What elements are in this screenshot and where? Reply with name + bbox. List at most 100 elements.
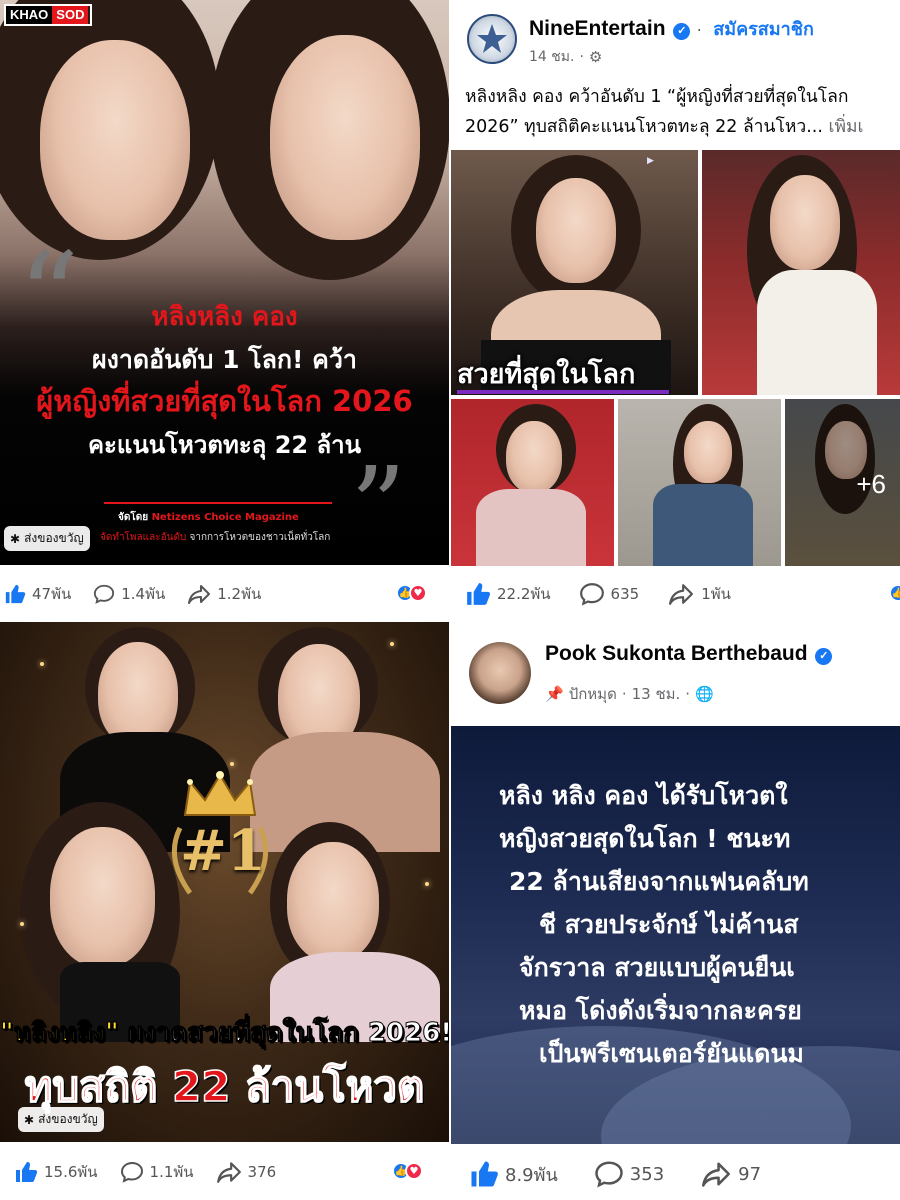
- comment-icon: [595, 1161, 623, 1188]
- page-name[interactable]: NineEntertain: [529, 17, 666, 40]
- like-count: 15.6พัน: [44, 1163, 98, 1181]
- see-more-link[interactable]: เพิ่มเ: [828, 117, 863, 137]
- photo-3[interactable]: [451, 399, 614, 566]
- face-shape: [50, 827, 155, 967]
- subline-red: จัดทำโพลและอันดับ: [100, 532, 187, 543]
- page-avatar[interactable]: [467, 14, 517, 64]
- gift-label: ส่งของขวัญ: [38, 1112, 98, 1126]
- photo-1[interactable]: ▶ สวยที่สุดในโลก: [451, 150, 698, 395]
- share-button[interactable]: 1พัน: [667, 582, 731, 606]
- action-bar: 22.2พัน 635 1พัน 👍: [451, 568, 900, 620]
- organizer-text: จัดโดย Netizens Choice Magazine: [118, 510, 299, 525]
- reaction-summary[interactable]: 👍: [889, 584, 900, 602]
- verified-icon: ✓: [673, 23, 691, 40]
- verified-icon: ✓: [815, 648, 833, 665]
- like-button[interactable]: 22.2พัน: [465, 581, 551, 607]
- comment-count: 635: [610, 585, 640, 603]
- follow-button[interactable]: สมัครสมาชิก: [713, 19, 814, 39]
- photo-5[interactable]: +6: [785, 399, 900, 566]
- author-avatar[interactable]: [469, 642, 531, 704]
- reaction-summary[interactable]: 👍 ♥: [396, 584, 427, 602]
- face-shape: [287, 842, 379, 962]
- pook-post: Pook Sukonta Berthebaud ✓ 📌 ปักหมุด · 13…: [451, 622, 900, 1200]
- share-count: 97: [738, 1163, 762, 1185]
- author-name[interactable]: Pook Sukonta Berthebaud: [545, 642, 808, 665]
- subline-rest: จากการโหวตของชาวเน็ตทั่วโลก: [189, 532, 331, 543]
- face-shape: [506, 421, 562, 493]
- face-shape: [684, 421, 732, 483]
- denim-jacket-shape: [653, 484, 753, 566]
- post-body: หลิง หลิง คอง ได้รับโหวตใ หญิงสวยสุดในโล…: [499, 774, 900, 1075]
- like-button[interactable]: 15.6พัน: [14, 1160, 98, 1184]
- like-button[interactable]: 47พัน: [4, 582, 71, 606]
- share-icon: [188, 585, 211, 604]
- collage: KHAO SOD “ ” หลิงหลิง คอง ผงาดอันดับ 1 โ…: [0, 0, 900, 1200]
- more-photos-count[interactable]: +6: [856, 469, 886, 500]
- comment-button[interactable]: 1.4พัน: [93, 582, 165, 606]
- share-icon: [702, 1162, 731, 1187]
- share-button[interactable]: 1.2พัน: [187, 582, 261, 606]
- logo-left-text: KHAO: [6, 6, 53, 24]
- like-button[interactable]: 8.9พัน: [469, 1159, 558, 1189]
- organizer-name: Netizens Choice Magazine: [151, 512, 299, 523]
- headline-name: หลิงหลิง คอง: [151, 302, 298, 332]
- share-button[interactable]: 97: [700, 1160, 761, 1188]
- gift-sparkle-icon: ✱: [10, 531, 21, 546]
- share-button[interactable]: 376: [216, 1160, 277, 1184]
- photo-2[interactable]: [702, 150, 900, 395]
- comment-icon: [579, 583, 604, 606]
- author-row: Pook Sukonta Berthebaud ✓: [545, 642, 833, 666]
- white-dress-shape: [757, 270, 877, 395]
- comment-count: 353: [629, 1163, 665, 1185]
- love-reaction-icon: ♥: [405, 1162, 423, 1180]
- action-bar: 47พัน 1.4พัน 1.2พัน 👍 ♥: [0, 568, 449, 620]
- post-time[interactable]: 13 ชม.: [632, 682, 681, 706]
- poster-image[interactable]: #1 "หลิงหลิง" ผงาดสวยที่สุดในโลก 2026! ท…: [0, 622, 449, 1142]
- comment-button[interactable]: 1.1พัน: [120, 1160, 194, 1184]
- divider: [104, 502, 332, 504]
- face-shape: [770, 175, 840, 270]
- settings-gear-icon: ⚙: [588, 48, 603, 66]
- send-gift-button[interactable]: ✱ ส่งของขวัญ: [18, 1107, 104, 1132]
- khaosod-cover-image[interactable]: KHAO SOD “ ” หลิงหลิง คอง ผงาดอันดับ 1 โ…: [0, 0, 449, 565]
- like-icon: [5, 584, 26, 604]
- text-post-background[interactable]: หลิง หลิง คอง ได้รับโหวตใ หญิงสวยสุดในโล…: [451, 726, 900, 1144]
- sparkle-icon: [230, 762, 234, 766]
- action-bar: 8.9พัน 353 97: [451, 1148, 900, 1200]
- comment-icon: [94, 584, 115, 604]
- sparkle-icon: [390, 642, 394, 646]
- like-count: 8.9พัน: [505, 1164, 558, 1186]
- love-reaction-icon: ♥: [409, 584, 427, 602]
- action-bar: 15.6พัน 1.1พัน 376 👍 ♥: [0, 1146, 449, 1198]
- share-icon: [669, 584, 694, 605]
- like-count: 22.2พัน: [497, 585, 551, 603]
- comment-button[interactable]: 635: [579, 581, 640, 607]
- sparkle-icon: [425, 882, 429, 886]
- post-header: NineEntertain ✓ · สมัครสมาชิก 14 ชม. · ⚙…: [451, 0, 900, 150]
- pin-icon: 📌: [545, 685, 564, 703]
- post-body-line: หลิง หลิง คอง ได้รับโหวตใ: [499, 781, 788, 810]
- headline-line4: คะแนนโหวตทะลุ 22 ล้าน: [87, 431, 362, 459]
- reaction-summary[interactable]: 👍 ♥: [392, 1162, 423, 1180]
- share-count: 376: [247, 1163, 277, 1181]
- poster-headline-name: "หลิงหลิง": [0, 1018, 119, 1049]
- post-body-line: หญิงสวยสุดในโลก ! ชนะท: [499, 824, 791, 853]
- post-body-line: ชี สวยประจักษ์ ไม่ค้านส: [539, 910, 799, 939]
- quote-close-icon: ”: [350, 443, 407, 571]
- post-body-line: หมอ โด่งดังเริ่มจากละครย: [519, 996, 802, 1025]
- photo-4[interactable]: [618, 399, 781, 566]
- dress-shape: [476, 489, 586, 566]
- share-icon: [216, 1162, 241, 1183]
- comment-button[interactable]: 353: [594, 1159, 664, 1189]
- poster-headline: "หลิงหลิง" ผงาดสวยที่สุดในโลก 2026!: [0, 1012, 449, 1053]
- poster-headline-rest: ผงาดสวยที่สุดในโลก 2026!: [118, 1018, 449, 1049]
- send-gift-button[interactable]: ✱ ส่งของขวัญ: [4, 526, 90, 551]
- face-shape: [536, 178, 616, 283]
- post-time[interactable]: 14 ชม.: [529, 46, 574, 68]
- sparkle-icon: [40, 662, 44, 666]
- comment-count: 1.1พัน: [149, 1163, 194, 1181]
- post-text-line2: 2026” ทุบสถิติคะแนนโหวตทะลุ 22 ล้านโหว..…: [465, 117, 823, 137]
- post-text: หลิงหลิง คอง คว้าอันดับ 1 “ผู้หญิงที่สวย…: [465, 82, 900, 142]
- comment-count: 1.4พัน: [121, 585, 166, 603]
- headline-line3: ผู้หญิงที่สวยที่สุดในโลก 2026: [36, 384, 413, 418]
